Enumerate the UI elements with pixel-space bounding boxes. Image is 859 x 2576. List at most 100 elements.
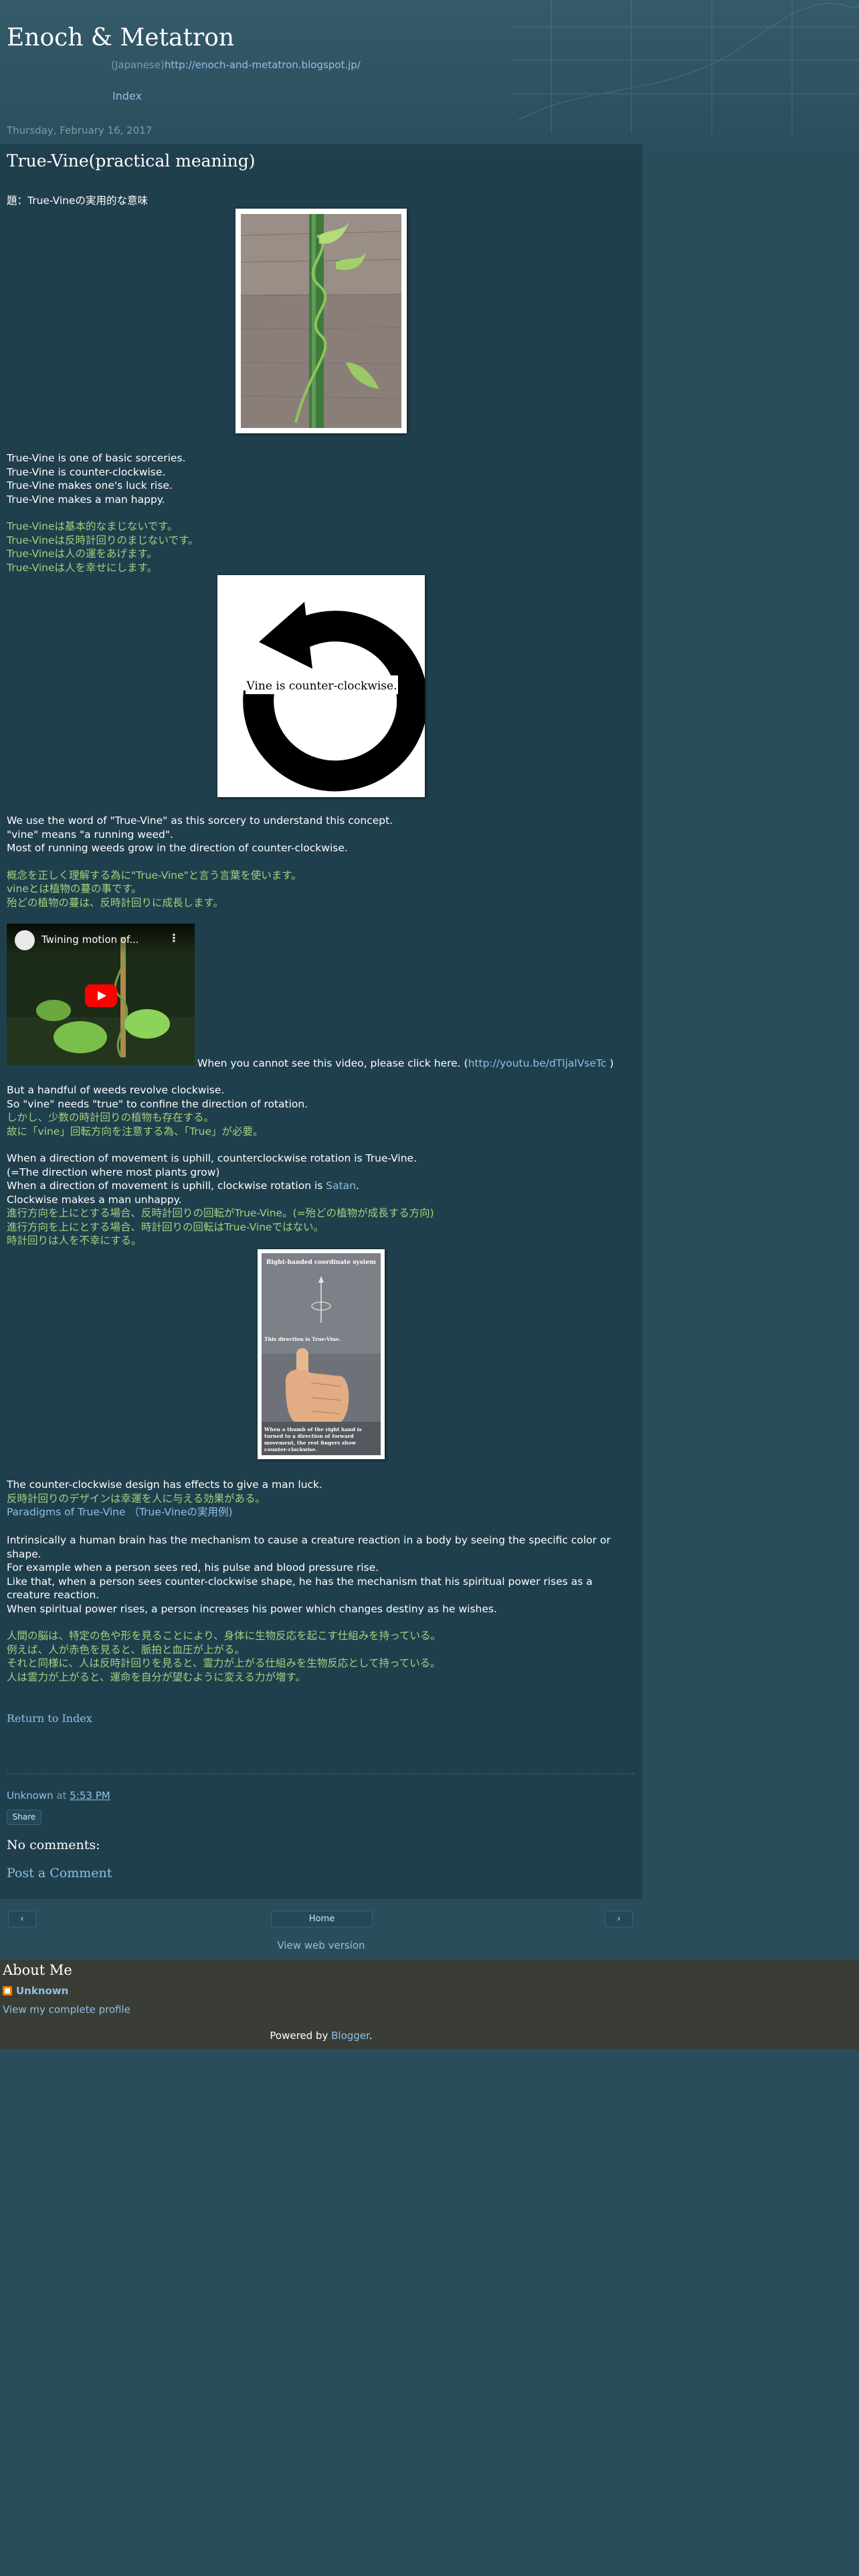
p3-jp-line: 故に「vine」回転方向を注意する為、「True」が必要。 xyxy=(7,1125,264,1138)
p4-line-suffix: . xyxy=(356,1180,359,1192)
powered-suffix: . xyxy=(369,2030,373,2042)
figure3-bottom-line: When a thumb of the right hand is xyxy=(264,1426,362,1432)
p2-jp-line: 殆どの植物の蔓は、反時計回りに成長します。 xyxy=(7,896,223,909)
comments-title: No comments: xyxy=(7,1838,100,1852)
vine-photo-image xyxy=(240,214,402,428)
profile-name-link[interactable]: Unknown xyxy=(16,1985,68,1997)
post-comment-link[interactable]: Post a Comment xyxy=(7,1866,112,1881)
paragraph-6: Intrinsically a human brain has the mech… xyxy=(7,1533,611,1684)
p1-line: True-Vine makes one's luck rise. xyxy=(7,479,173,492)
blog-title[interactable]: Enoch & Metatron xyxy=(7,24,234,51)
youtube-link[interactable]: http://youtu.be/dTljalVseTc xyxy=(468,1057,607,1069)
channel-avatar[interactable] xyxy=(15,930,35,950)
play-button-icon[interactable] xyxy=(85,984,117,1007)
p1-jp-line: True-Vineは反時計回りのまじないです。 xyxy=(7,534,199,546)
post-subtitle: 題：True-Vineの実用的な意味 xyxy=(7,194,148,208)
post-footer: Unknown at 5:53 PM xyxy=(7,1790,110,1802)
p4-jp-line: 進行方向を上にとする場合、時計回りの回転はTrue-Vineではない。 xyxy=(7,1220,324,1233)
satan-link[interactable]: Satan xyxy=(326,1180,356,1192)
p1-jp-line: True-Vineは基本的なまじないです。 xyxy=(7,520,178,532)
view-web-version-link[interactable]: View web version xyxy=(0,1939,642,1951)
blog-description: (Japanese)http://enoch-and-metatron.blog… xyxy=(111,59,361,71)
p6-line: For example when a person sees red, his … xyxy=(7,1562,379,1574)
view-profile-link[interactable]: View my complete profile xyxy=(3,2004,130,2016)
p4-jp-line: 時計回りは人を不幸にする。 xyxy=(7,1235,142,1247)
p4-jp-line: 進行方向を上にとする場合、反時計回りの回転がTrue-Vine。(=殆どの植物が… xyxy=(7,1207,434,1219)
right-hand-image: Right-handed coordinate system This dire… xyxy=(262,1253,381,1455)
p6-jp-line: 人は霊力が上がると、運命を自分が望むように変える力が増す。 xyxy=(7,1671,306,1683)
map-decoration xyxy=(511,0,859,134)
p2-jp-line: vineとは植物の蔓の事です。 xyxy=(7,883,142,895)
figure3-bottom-line: movement, the rest fingers show xyxy=(264,1440,357,1446)
figure3-bottom-line: counter-clockwise. xyxy=(264,1446,317,1453)
p6-line: When spiritual power rises, a person inc… xyxy=(7,1602,497,1615)
video-title[interactable]: Twining motion of... xyxy=(41,934,139,946)
figure3-mid-text: This direction is True-Vine. xyxy=(264,1336,341,1342)
share-button[interactable]: Share xyxy=(7,1810,41,1825)
date-header: Thursday, February 16, 2017 xyxy=(7,124,153,136)
post-timestamp-link[interactable]: 5:53 PM xyxy=(70,1790,110,1802)
more-options-icon[interactable]: ⋮ xyxy=(169,932,179,944)
index-link[interactable]: Index xyxy=(112,90,142,102)
powered-by: Powered by Blogger. xyxy=(0,2030,642,2042)
p1-line: True-Vine is one of basic sorceries. xyxy=(7,452,186,464)
right-hand-figure[interactable]: Right-handed coordinate system This dire… xyxy=(258,1249,385,1459)
paragraph-5: The counter-clockwise design has effects… xyxy=(7,1478,322,1519)
at-text: at xyxy=(56,1790,67,1802)
p2-line: Most of running weeds grow in the direct… xyxy=(7,842,348,854)
newer-post-button[interactable]: ‹ xyxy=(8,1911,36,1927)
vine-photo[interactable] xyxy=(235,209,407,433)
paragraph-2: We use the word of "True-Vine" as this s… xyxy=(7,814,393,909)
p6-line: shape. xyxy=(7,1547,41,1560)
youtube-embed[interactable]: Twining motion of... ⋮ xyxy=(7,924,195,1065)
p6-jp-line: 例えば、人が赤色を見ると、脈拍と血圧が上がる。 xyxy=(7,1643,245,1656)
return-to-index-link[interactable]: Return to Index xyxy=(7,1712,92,1725)
counter-clockwise-arrow-icon: Vine is counter-clockwise. xyxy=(243,602,428,792)
p5-jp-line: 反時計回りのデザインは幸運を人に与える効果がある。 xyxy=(7,1492,266,1505)
author-link[interactable]: Unknown xyxy=(7,1790,54,1802)
paragraph-1: True-Vine is one of basic sorceries. Tru… xyxy=(7,451,199,574)
paradigms-link-jp[interactable]: （True-Vineの実用例) xyxy=(128,1506,232,1518)
video-note-suffix: ) xyxy=(609,1057,614,1069)
blogger-profile-icon xyxy=(3,1986,12,1996)
home-button[interactable]: Home xyxy=(271,1911,373,1927)
p1-line: True-Vine makes a man happy. xyxy=(7,493,165,506)
older-post-button[interactable]: › xyxy=(605,1911,633,1927)
p6-line: creature reaction. xyxy=(7,1589,100,1601)
p6-jp-line: それと同様に、人は反時計回りを見ると、霊力が上がる仕組みを生物反応として持ってい… xyxy=(7,1657,441,1669)
desc-prefix: (Japanese) xyxy=(111,59,165,71)
p5-line: The counter-clockwise design has effects… xyxy=(7,1479,322,1491)
p2-jp-line: 概念を正しく理解する為に"True-Vine"と言う言葉を使います。 xyxy=(7,869,302,881)
subtitle-jp: 題：True-Vineの実用的な意味 xyxy=(7,195,149,207)
p1-jp-line: True-Vineは人を幸せにします。 xyxy=(7,561,157,574)
p1-jp-line: True-Vineは人の運をあげます。 xyxy=(7,548,157,560)
p2-line: "vine" means "a running weed". xyxy=(7,828,173,841)
figure2-caption: Vine is counter-clockwise. xyxy=(246,679,397,693)
figure3-bottom-line: turned to a direction of forward xyxy=(264,1433,355,1439)
p4-line: When a direction of movement is uphill, … xyxy=(7,1152,417,1164)
japanese-blog-link[interactable]: http://enoch-and-metatron.blogspot.jp/ xyxy=(165,59,361,71)
p2-line: We use the word of "True-Vine" as this s… xyxy=(7,815,393,827)
p6-jp-line: 人間の脳は、特定の色や形を見ることにより、身体に生物反応を起こす仕組みを持ってい… xyxy=(7,1630,441,1642)
p3-line: So "vine" needs "true" to confine the di… xyxy=(7,1097,308,1110)
p6-line: Intrinsically a human brain has the mech… xyxy=(7,1534,611,1546)
p3-line: But a handful of weeds revolve clockwise… xyxy=(7,1084,225,1096)
counter-clockwise-figure[interactable]: Vine is counter-clockwise. xyxy=(217,575,428,797)
paragraph-3: But a handful of weeds revolve clockwise… xyxy=(7,1083,434,1248)
p3-jp-line: しかし、少数の時計回りの植物も存在する。 xyxy=(7,1111,215,1123)
video-note-prefix: When you cannot see this video, please c… xyxy=(197,1057,468,1069)
figure3-top-text: Right-handed coordinate system xyxy=(266,1259,377,1266)
p4-line: When a direction of movement is uphill, … xyxy=(7,1180,326,1192)
blogger-link[interactable]: Blogger xyxy=(331,2030,369,2042)
powered-prefix: Powered by xyxy=(270,2030,332,2042)
video-note: When you cannot see this video, please c… xyxy=(197,1057,613,1071)
p4-line: Clockwise makes a man unhappy. xyxy=(7,1193,182,1206)
p1-line: True-Vine is counter-clockwise. xyxy=(7,465,166,478)
post-title: True-Vine(practical meaning) xyxy=(7,151,256,171)
p6-line: Like that, when a person sees counter-cl… xyxy=(7,1575,593,1588)
p4-line: (=The direction where most plants grow) xyxy=(7,1166,220,1178)
paradigms-link[interactable]: Paradigms of True-Vine xyxy=(7,1506,126,1518)
